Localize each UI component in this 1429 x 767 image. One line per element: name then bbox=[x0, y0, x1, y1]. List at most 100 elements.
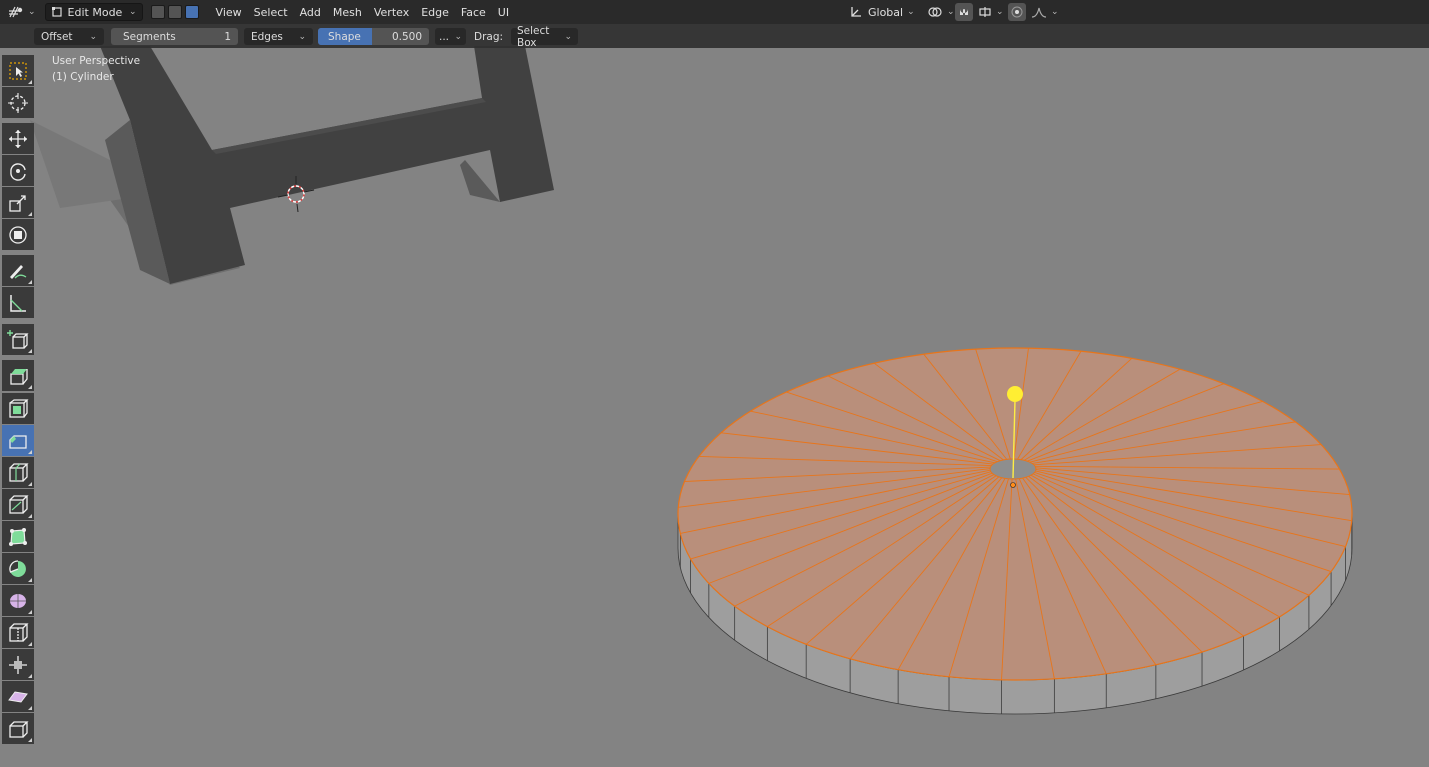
bevel-gizmo-handle[interactable] bbox=[1007, 386, 1023, 402]
tool-knife[interactable] bbox=[2, 489, 34, 520]
more-label: ... bbox=[439, 30, 450, 43]
corner-triangle bbox=[28, 514, 32, 518]
corner-triangle bbox=[28, 212, 32, 216]
chevron-down-icon: ⌄ bbox=[996, 7, 1004, 17]
menu-select[interactable]: Select bbox=[248, 3, 294, 21]
segments-value: 1 bbox=[224, 30, 231, 43]
loop-cut-icon bbox=[9, 462, 29, 482]
shape-value: 0.500 bbox=[391, 30, 422, 43]
corner-triangle bbox=[28, 482, 32, 486]
snap-target-dropdown[interactable]: ⌄ bbox=[973, 3, 1009, 21]
select-mode-group bbox=[150, 5, 202, 19]
tool-bevel[interactable] bbox=[2, 425, 34, 456]
corner-triangle bbox=[28, 642, 32, 646]
corner-triangle bbox=[28, 80, 32, 84]
smooth-icon bbox=[10, 593, 26, 608]
corner-triangle bbox=[28, 450, 32, 454]
chevron-down-icon: ⌄ bbox=[89, 31, 97, 42]
menu-vertex[interactable]: Vertex bbox=[368, 3, 415, 21]
vertex-select-icon[interactable] bbox=[150, 5, 165, 19]
mode-dropdown[interactable]: Edit Mode ⌄ bbox=[44, 3, 143, 21]
chevron-down-icon: ⌄ bbox=[564, 31, 572, 42]
tool-shrink-fatten[interactable] bbox=[2, 649, 34, 680]
orientation-label: Global bbox=[868, 5, 904, 19]
tool-loop-cut[interactable] bbox=[2, 457, 34, 488]
offset-type-dropdown[interactable]: Offset ⌄ bbox=[34, 28, 104, 45]
tool-rotate[interactable] bbox=[2, 155, 34, 186]
tool-annotate[interactable] bbox=[2, 255, 34, 286]
segments-field[interactable]: Segments 1 bbox=[111, 28, 238, 45]
shape-slider[interactable]: Shape 0.500 bbox=[318, 28, 429, 45]
tool-cursor[interactable] bbox=[2, 87, 34, 118]
menu-view[interactable]: View bbox=[210, 3, 248, 21]
snap-toggle[interactable] bbox=[955, 3, 973, 21]
rotate-icon bbox=[10, 162, 26, 181]
chevron-down-icon: ⌄ bbox=[907, 7, 915, 17]
chevron-down-icon: ⌄ bbox=[129, 7, 137, 17]
tool-spin[interactable] bbox=[2, 553, 34, 584]
shrink-fatten-icon bbox=[9, 655, 27, 674]
tool-extrude[interactable] bbox=[2, 360, 34, 391]
tool-shear[interactable] bbox=[2, 681, 34, 712]
select-box-icon bbox=[9, 61, 27, 80]
editor-type-icon bbox=[9, 6, 23, 18]
falloff-curve-icon bbox=[1031, 7, 1047, 18]
affect-dropdown[interactable]: Edges ⌄ bbox=[244, 28, 313, 45]
mode-label: Edit Mode bbox=[67, 5, 123, 19]
shear-icon bbox=[8, 690, 28, 703]
shape-label: Shape bbox=[328, 30, 361, 43]
3d-viewport[interactable] bbox=[0, 0, 1429, 767]
more-options-dropdown[interactable]: ... ⌄ bbox=[435, 28, 466, 45]
extrude-icon bbox=[10, 368, 28, 385]
drag-label: Drag: bbox=[474, 30, 504, 43]
tool-transform[interactable] bbox=[2, 219, 34, 250]
segments-label: Segments bbox=[123, 30, 176, 43]
rip-icon bbox=[9, 720, 29, 738]
corner-triangle bbox=[28, 578, 32, 582]
spin-icon bbox=[9, 559, 26, 577]
pivot-point bbox=[1010, 482, 1016, 488]
pivot-dropdown[interactable]: ⌄ bbox=[922, 3, 960, 21]
edge-select-icon[interactable] bbox=[167, 5, 182, 19]
menu-face[interactable]: Face bbox=[455, 3, 492, 21]
cylinder-mesh[interactable] bbox=[677, 347, 1353, 715]
tool-scale[interactable] bbox=[2, 187, 34, 218]
knife-icon bbox=[9, 494, 29, 514]
drag-dropdown[interactable]: Select Box ⌄ bbox=[511, 25, 578, 49]
transform-icon bbox=[9, 225, 27, 244]
chevron-down-icon: ⌄ bbox=[1051, 7, 1059, 17]
chevron-down-icon: ⌄ bbox=[28, 7, 36, 17]
tool-inset[interactable] bbox=[2, 393, 34, 424]
menu-edge[interactable]: Edge bbox=[415, 3, 455, 21]
face-select-icon[interactable] bbox=[184, 5, 199, 19]
corner-triangle bbox=[28, 674, 32, 678]
corner-triangle bbox=[28, 738, 32, 742]
proportional-falloff-dropdown[interactable]: ⌄ bbox=[1026, 3, 1064, 21]
proportional-edit-toggle[interactable] bbox=[1008, 3, 1026, 21]
menu-add[interactable]: Add bbox=[294, 3, 327, 21]
affect-label: Edges bbox=[251, 30, 283, 43]
add-cube-icon bbox=[7, 329, 29, 349]
tool-poly-build[interactable] bbox=[2, 521, 34, 552]
tool-rip[interactable] bbox=[2, 713, 34, 744]
tool-select-box[interactable] bbox=[2, 55, 34, 86]
proportional-edit-icon bbox=[1011, 6, 1023, 18]
active-object-label: (1) Cylinder bbox=[52, 71, 114, 83]
cursor-icon bbox=[8, 92, 28, 113]
menu-uv[interactable]: UI bbox=[492, 3, 515, 21]
scale-icon bbox=[9, 194, 26, 212]
tool-add-cube[interactable] bbox=[2, 324, 34, 355]
tool-smooth[interactable] bbox=[2, 585, 34, 616]
transform-orientation-dropdown[interactable]: Global ⌄ bbox=[844, 3, 920, 21]
tool-edge-slide[interactable] bbox=[2, 617, 34, 648]
viewport-header: ⌄ Edit Mode ⌄ View Select Add Mesh Verte… bbox=[0, 0, 1429, 24]
move-icon bbox=[9, 129, 27, 148]
menu-mesh[interactable]: Mesh bbox=[327, 3, 368, 21]
orientation-icon bbox=[851, 7, 861, 17]
snap-increment-icon bbox=[979, 7, 991, 17]
tool-measure[interactable] bbox=[2, 287, 34, 318]
tool-move[interactable] bbox=[2, 123, 34, 154]
offset-type-label: Offset bbox=[41, 30, 73, 43]
editor-type-button[interactable]: ⌄ bbox=[3, 3, 41, 21]
pivot-icon bbox=[928, 7, 942, 17]
